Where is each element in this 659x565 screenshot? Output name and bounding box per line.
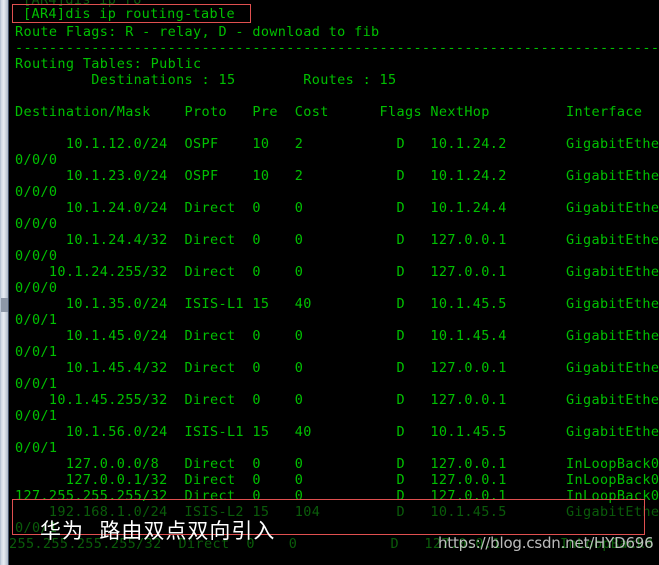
table-row-wrap: 0/0/1 <box>15 376 58 392</box>
table-row: 127.0.0.1/32 Direct 0 0 D 127.0.0.1 InLo… <box>15 472 659 488</box>
table-row: 10.1.45.255/32 Direct 0 0 D 127.0.0.1 Gi… <box>15 392 659 408</box>
table-row: 127.255.255.255/32 Direct 0 0 D 127.0.0.… <box>15 488 659 504</box>
table-row-wrap: 0/0/1 <box>15 408 58 424</box>
scrollbar-track[interactable] <box>1 0 8 565</box>
table-row: 10.1.24.255/32 Direct 0 0 D 127.0.0.1 Gi… <box>15 264 659 280</box>
table-row: 10.1.45.0/24 Direct 0 0 D 10.1.45.4 Giga… <box>15 328 659 344</box>
table-row-wrap: 0/0/1 <box>15 344 58 360</box>
table-row: 10.1.35.0/24 ISIS-L1 15 40 D 10.1.45.5 G… <box>15 296 659 312</box>
table-row-wrap: 0/0/0 <box>15 184 58 200</box>
table-row: 10.1.24.4/32 Direct 0 0 D 127.0.0.1 Giga… <box>15 232 659 248</box>
scrollbar-thumb[interactable] <box>1 298 8 312</box>
table-row-wrap: 0/0/1 <box>15 312 58 328</box>
table-row: 10.1.12.0/24 OSPF 10 2 D 10.1.24.2 Gigab… <box>15 136 659 152</box>
table-row-wrap: 0/0/1 <box>15 440 58 456</box>
table-row: 10.1.24.0/24 Direct 0 0 D 10.1.24.4 Giga… <box>15 200 659 216</box>
terminal-line-route-flags: Route Flags: R - relay, D - download to … <box>15 24 380 40</box>
terminal-line-summary: Destinations : 15 Routes : 15 <box>15 72 397 88</box>
terminal-line-separator: ----------------------------------------… <box>15 40 659 56</box>
watermark: https://blog.csdn.net/HYD696 <box>438 534 654 552</box>
caption-overlay: 华为 路由双点双向引入 <box>40 519 276 543</box>
table-row: 127.0.0.0/8 Direct 0 0 D 127.0.0.1 InLoo… <box>15 456 659 472</box>
terminal-command-line[interactable]: [AR4]dis ip routing-table <box>23 6 235 22</box>
terminal-window: [AR4]dis ip ro [AR4]dis ip routing-table… <box>0 0 659 565</box>
table-row: 10.1.23.0/24 OSPF 10 2 D 10.1.24.2 Gigab… <box>15 168 659 184</box>
table-row-wrap: 0/0/0 <box>15 152 58 168</box>
terminal-line-routing-tables: Routing Tables: Public <box>15 56 202 72</box>
table-row: 10.1.56.0/24 ISIS-L1 15 40 D 10.1.45.5 G… <box>15 424 659 440</box>
table-row-wrap: 0/0/0 <box>15 280 58 296</box>
terminal-screen[interactable]: [AR4]dis ip ro [AR4]dis ip routing-table… <box>9 0 659 565</box>
terminal-line-columns-header: Destination/Mask Proto Pre Cost Flags Ne… <box>15 104 643 120</box>
table-row-wrap: 0/0/0 <box>15 216 58 232</box>
table-row-wrap: 0/0/0 <box>15 248 58 264</box>
vertical-scrollbar[interactable] <box>0 0 9 565</box>
table-row: 10.1.45.4/32 Direct 0 0 D 127.0.0.1 Giga… <box>15 360 659 376</box>
